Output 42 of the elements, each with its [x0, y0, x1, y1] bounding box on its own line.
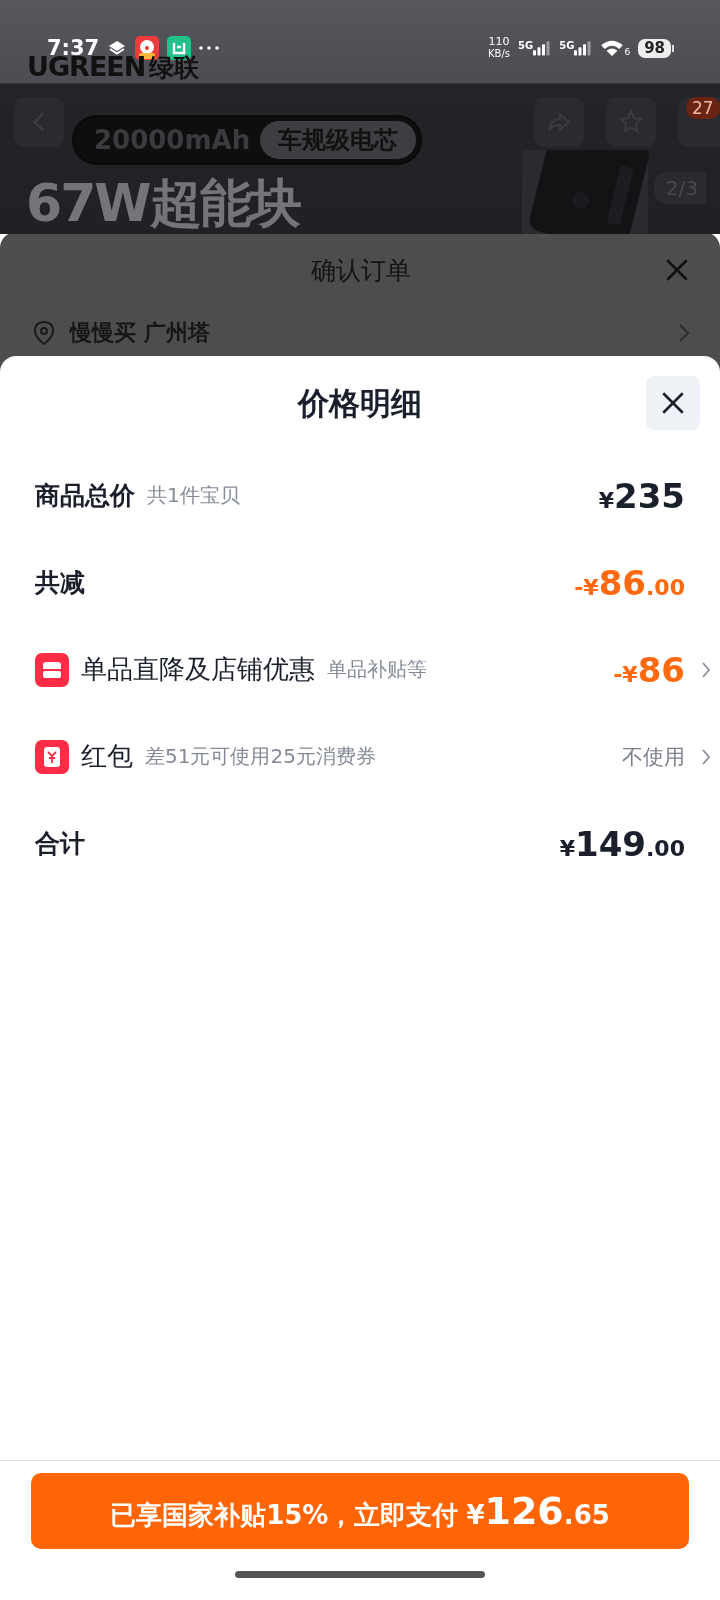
close-button[interactable]	[646, 376, 700, 430]
chevron-right-icon	[678, 323, 690, 343]
network-type: 5G	[518, 40, 534, 51]
yen-coupon-icon	[35, 739, 69, 774]
price-amount: ¥235	[598, 475, 685, 516]
row-label: 单品直降及店铺优惠	[81, 653, 315, 686]
shop-icon	[35, 652, 69, 687]
network-type: 5G	[559, 40, 575, 51]
brand-logo-text: 绿联	[149, 55, 200, 81]
row-label: 共减	[35, 567, 85, 599]
row-label: 合计	[35, 828, 85, 860]
more-icon	[199, 46, 220, 50]
chevron-right-icon[interactable]	[701, 660, 711, 679]
cart-button[interactable]: 27	[678, 97, 720, 147]
wifi-number: 6	[624, 47, 631, 57]
row-label: 商品总价	[35, 480, 135, 512]
sheet-title: 确认订单	[311, 254, 411, 287]
product-headline: 67W超能块	[26, 172, 300, 234]
close-icon	[660, 390, 686, 416]
pay-button[interactable]: 已享国家补贴15%，立即支付 ¥126.65	[31, 1473, 689, 1549]
row-note: 共1件宝贝	[147, 482, 240, 509]
back-button[interactable]	[14, 97, 64, 147]
close-icon[interactable]	[664, 257, 690, 283]
row-label: 红包	[81, 740, 133, 773]
cart-count-badge: 27	[686, 97, 720, 119]
signal-icon	[533, 40, 552, 56]
network-speed-unit: KB/s	[488, 48, 511, 60]
share-button[interactable]	[534, 97, 584, 147]
network-speed: 110	[488, 36, 510, 48]
chevron-right-icon[interactable]	[701, 747, 711, 766]
wifi-icon	[600, 39, 625, 57]
coupon-status: 不使用	[622, 743, 685, 771]
row-note: 差51元可使用25元消费券	[145, 743, 376, 770]
signal-icon	[574, 40, 593, 56]
price-amount: ¥149.00	[559, 823, 685, 864]
favorite-button[interactable]	[606, 97, 656, 147]
price-amount: -¥86.00	[574, 562, 685, 603]
row-note: 单品补贴等	[327, 656, 427, 683]
sheet-title: 价格明细	[298, 384, 422, 423]
location-pin-icon	[32, 320, 56, 346]
price-amount: -¥86	[613, 649, 685, 690]
battery-level: 98	[638, 38, 671, 58]
